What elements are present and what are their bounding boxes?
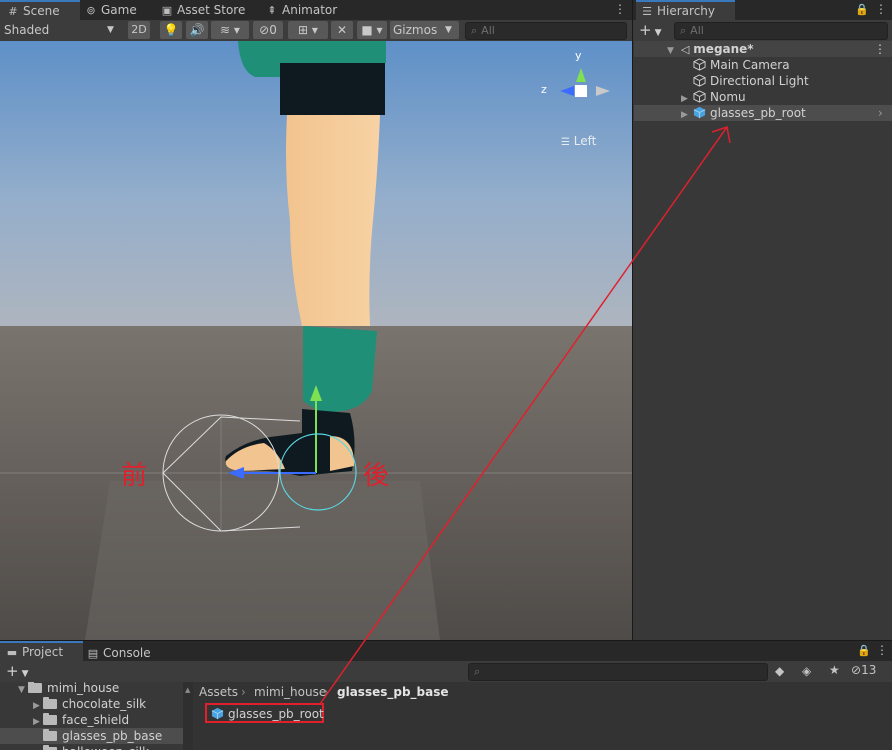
grid-icon: # [8,5,18,18]
view-orientation-label[interactable]: ☰ Left [561,134,596,148]
hierarchy-add-button[interactable]: + ▼ [639,21,662,42]
breadcrumb-glasses-pb-base[interactable]: glasses_pb_base [337,684,449,700]
search-icon: ⌕ [471,24,478,37]
effects-toggle-icon[interactable]: ≋ ▾ [211,21,249,39]
eye-slash-icon: ⊘ [259,23,270,37]
hierarchy-item-main-camera[interactable]: Main Camera [634,57,890,73]
folder-item-face-shield[interactable]: ▶ face_shield [33,712,129,728]
search-icon: ⌕ [474,665,481,678]
project-menu-icon[interactable]: ⋮ [876,643,888,657]
asset-item-glasses-pb-root[interactable]: glasses_pb_root [205,703,324,723]
chevron-right-icon[interactable]: › [878,105,883,121]
chevron-down-icon: ▼ [445,25,452,35]
shopping-bag-icon: ▣ [161,4,173,17]
camera-settings-icon[interactable]: ■ ▾ [357,21,387,39]
lock-icon[interactable]: 🔒 [855,3,869,16]
breadcrumb-assets[interactable]: Assets [199,684,238,700]
search-by-label-icon[interactable]: ◈ [802,664,811,678]
folder-icon [43,729,57,741]
menu-icon: ☰ [561,137,570,148]
animator-icon: ⇞ [267,4,277,17]
hierarchy-item-nomu[interactable]: ▶ Nomu [634,89,890,105]
lighting-toggle-icon[interactable]: 💡 [160,21,182,39]
project-search-input[interactable]: ⌕ [468,663,768,681]
orientation-gizmo[interactable] [546,56,616,126]
hierarchy-item-glasses-pb-root[interactable]: ▶ glasses_pb_root › [634,105,892,121]
grid-toggle-icon[interactable]: ⊞ ▾ [288,21,328,39]
2d-toggle-button[interactable]: 2D [128,21,150,39]
gizmo-z-label: z [541,83,547,96]
folder-item-glasses-pb-base[interactable]: glasses_pb_base [0,728,183,744]
list-icon: ☰ [642,5,652,18]
tab-project[interactable]: ▬ Project [0,641,83,662]
unity-scene-icon: ◁ [680,43,690,56]
gameobject-cube-icon [693,90,706,103]
audio-toggle-icon[interactable]: 🔊 [186,21,208,39]
lock-icon[interactable]: 🔒 [857,644,871,657]
hierarchy-menu-icon[interactable]: ⋮ [875,2,887,16]
search-by-type-icon[interactable]: ◆ [775,664,784,678]
annotation-back: 後 [363,461,390,491]
folder-icon [43,697,57,709]
scene-viewport[interactable]: y z ☰ Left 前 後 [0,41,632,640]
scene-tab-menu-icon[interactable]: ⋮ [614,2,626,16]
folder-icon: ▬ [6,646,18,659]
scene-render [0,41,632,640]
tab-game[interactable]: ⊚ Game [84,0,154,20]
scene-search-input[interactable]: ⌕ All [465,22,627,40]
chevron-down-icon: ▼ [107,25,114,35]
scene-root-item[interactable]: ▼ ◁ megane* ⋮ [634,41,892,57]
search-icon: ⌕ [680,24,687,37]
hierarchy-item-directional-light[interactable]: Directional Light [634,73,890,89]
eye-slash-icon: ⊘ [851,663,862,677]
expand-arrow-icon[interactable]: ▶ [33,746,43,750]
project-folder-tree: ▼ mimi_house ▶ chocolate_silk ▶ face_shield… [0,682,189,750]
hierarchy-tree: ▼ ◁ megane* ⋮ Main Camera Directional Lig… [634,41,892,640]
gameobject-cube-icon [693,58,706,71]
tools-icon[interactable]: ✕ [331,21,353,39]
expand-arrow-icon[interactable]: ▶ [681,107,691,123]
prefab-icon [693,106,706,119]
breadcrumb-separator-icon: › [324,685,329,699]
folder-item-chocolate-silk[interactable]: ▶ chocolate_silk [33,696,146,712]
hierarchy-search-input[interactable]: ⌕ All [674,22,888,40]
folder-tree-scrollbar[interactable]: ▲ [183,682,193,750]
tab-console[interactable]: ▤ Console [86,643,166,663]
scene-menu-icon[interactable]: ⋮ [874,41,886,57]
breadcrumb-mimi-house[interactable]: mimi_house [254,684,326,700]
expand-arrow-icon[interactable]: ▼ [18,682,28,698]
gizmo-y-label: y [575,49,582,62]
hidden-objects-toggle[interactable]: ⊘0 [253,21,283,39]
project-add-button[interactable]: + ▼ [6,662,29,683]
folder-open-icon [28,682,42,693]
gizmos-dropdown[interactable]: Gizmos ▼ [390,21,459,39]
folder-item-mimi-house[interactable]: ▼ mimi_house [18,682,119,696]
folder-icon [43,713,57,725]
tab-animator[interactable]: ⇞ Animator [265,0,345,20]
tab-hierarchy[interactable]: ☰ Hierarchy [636,0,735,21]
tab-asset-store[interactable]: ▣ Asset Store [160,0,250,20]
breadcrumb-separator-icon: › [241,685,246,699]
shading-mode-dropdown[interactable]: Shaded ▼ [0,21,124,39]
gameobject-cube-icon [693,74,706,87]
hidden-packages-toggle[interactable]: ⊘13 [851,663,876,677]
prefab-icon [211,707,224,720]
folder-item-halloween-silk[interactable]: ▶halloween_silk [33,744,149,750]
tab-scene[interactable]: # Scene [0,0,80,21]
favorites-star-icon[interactable]: ★ [829,663,840,677]
annotation-front: 前 [121,461,148,491]
gamepad-icon: ⊚ [86,4,96,17]
